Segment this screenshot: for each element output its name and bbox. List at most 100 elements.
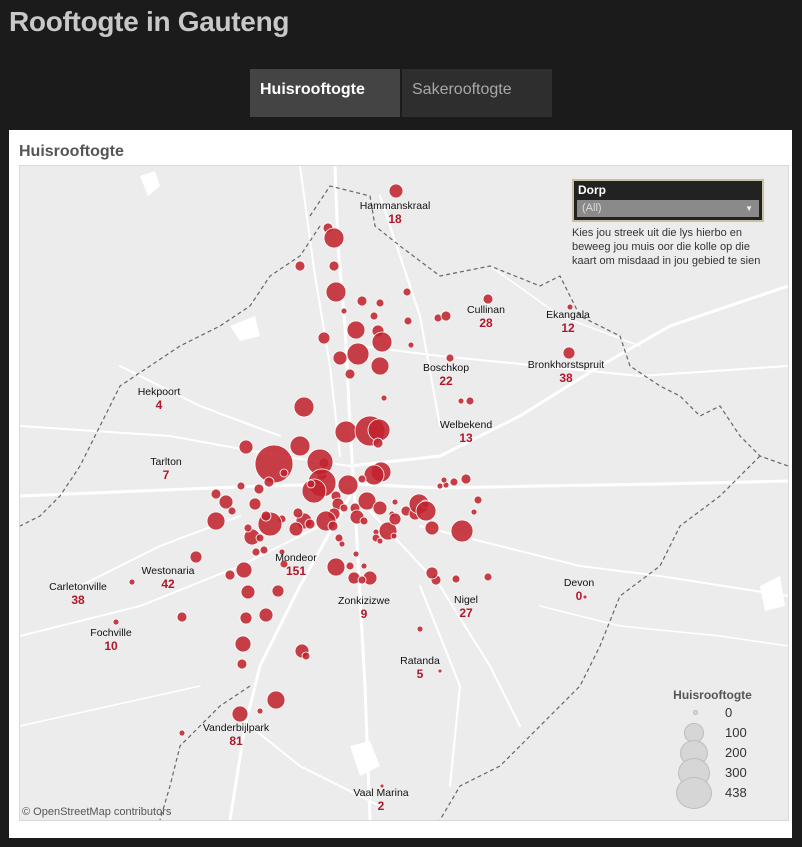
crime-bubble[interactable]: [304, 518, 316, 530]
crime-bubble[interactable]: [323, 227, 345, 249]
crime-bubble[interactable]: [239, 611, 253, 625]
crime-bubble[interactable]: [416, 625, 424, 633]
crime-bubble[interactable]: [437, 668, 443, 674]
crime-bubble[interactable]: [376, 537, 384, 545]
crime-bubble[interactable]: [340, 307, 348, 315]
crime-bubble[interactable]: [231, 705, 249, 723]
crime-bubble[interactable]: [470, 508, 478, 516]
crime-bubble[interactable]: [235, 561, 253, 579]
crime-bubble[interactable]: [234, 635, 252, 653]
crime-bubble[interactable]: [473, 495, 483, 505]
crime-bubble[interactable]: [457, 397, 465, 405]
crime-bubble[interactable]: [375, 298, 385, 308]
crime-bubble[interactable]: [189, 550, 203, 564]
crime-bubble[interactable]: [254, 444, 294, 484]
crime-bubble[interactable]: [339, 503, 349, 513]
crime-bubble[interactable]: [251, 547, 261, 557]
crime-bubble[interactable]: [356, 295, 368, 307]
crime-bubble[interactable]: [415, 500, 437, 522]
crime-bubble[interactable]: [450, 519, 474, 543]
crime-bubble[interactable]: [445, 353, 455, 363]
crime-bubble[interactable]: [301, 651, 311, 661]
crime-bubble[interactable]: [227, 506, 237, 516]
crime-bubble[interactable]: [402, 287, 412, 297]
crime-bubble[interactable]: [344, 368, 356, 380]
crime-bubble[interactable]: [294, 260, 306, 272]
crime-bubble[interactable]: [346, 342, 370, 366]
crime-bubble[interactable]: [328, 260, 340, 272]
crime-bubble[interactable]: [289, 435, 311, 457]
crime-bubble[interactable]: [259, 545, 269, 555]
crime-bubble[interactable]: [266, 690, 286, 710]
crime-bubble[interactable]: [424, 520, 440, 536]
tab-sakerooftogte[interactable]: Sakerooftogte: [402, 69, 552, 117]
crime-bubble[interactable]: [407, 341, 415, 349]
crime-bubble[interactable]: [238, 439, 254, 455]
tab-huisrooftogte[interactable]: Huisrooftogte: [250, 69, 400, 117]
crime-bubble[interactable]: [263, 476, 275, 488]
crime-bubble[interactable]: [388, 183, 404, 199]
crime-bubble[interactable]: [345, 561, 355, 571]
crime-bubble[interactable]: [440, 310, 452, 322]
crime-bubble[interactable]: [255, 533, 265, 543]
crime-bubble[interactable]: [206, 511, 226, 531]
map-attribution[interactable]: © OpenStreetMap contributors: [22, 806, 171, 818]
crime-bubble[interactable]: [403, 316, 413, 326]
crime-bubble[interactable]: [346, 320, 366, 340]
crime-bubble[interactable]: [326, 557, 346, 577]
crime-bubble[interactable]: [390, 532, 398, 540]
crime-bubble[interactable]: [317, 331, 331, 345]
dorp-dropdown[interactable]: (All) ▼: [577, 200, 759, 217]
crime-bubble[interactable]: [224, 569, 236, 581]
crime-bubble[interactable]: [372, 437, 384, 449]
crime-bubble[interactable]: [436, 482, 444, 490]
crime-bubble[interactable]: [271, 584, 285, 598]
crime-bubble[interactable]: [425, 566, 439, 580]
crime-bubble[interactable]: [562, 346, 576, 360]
crime-bubble[interactable]: [260, 510, 272, 522]
crime-bubble[interactable]: [482, 293, 494, 305]
crime-bubble[interactable]: [128, 578, 136, 586]
crime-bubble[interactable]: [248, 497, 262, 511]
crime-bubble[interactable]: [293, 396, 315, 418]
crime-bubble[interactable]: [176, 611, 188, 623]
crime-bubble[interactable]: [243, 523, 253, 533]
crime-bubble[interactable]: [460, 473, 472, 485]
crime-bubble[interactable]: [357, 474, 367, 484]
crime-bubble[interactable]: [352, 550, 360, 558]
crime-bubble[interactable]: [256, 707, 264, 715]
crime-bubble[interactable]: [465, 396, 475, 406]
crime-bubble[interactable]: [360, 562, 368, 570]
crime-bubble[interactable]: [279, 468, 289, 478]
crime-bubble[interactable]: [372, 500, 388, 516]
crime-bubble[interactable]: [363, 464, 385, 486]
crime-bubble[interactable]: [391, 498, 399, 506]
crime-bubble[interactable]: [236, 658, 248, 670]
crime-bubble[interactable]: [371, 331, 393, 353]
crime-bubble[interactable]: [338, 540, 346, 548]
crime-bubble[interactable]: [112, 618, 120, 626]
crime-bubble[interactable]: [240, 584, 256, 600]
crime-bubble[interactable]: [253, 483, 265, 495]
crime-bubble[interactable]: [357, 575, 367, 585]
chevron-down-icon[interactable]: ▼: [745, 200, 753, 217]
crime-bubble[interactable]: [236, 481, 246, 491]
crime-bubble[interactable]: [483, 572, 493, 582]
crime-bubble[interactable]: [334, 420, 358, 444]
crime-bubble[interactable]: [288, 521, 304, 537]
crime-bubble[interactable]: [327, 520, 339, 532]
crime-bubble[interactable]: [370, 356, 390, 376]
crime-bubble[interactable]: [337, 474, 359, 496]
crime-bubble[interactable]: [292, 507, 304, 519]
crime-bubble[interactable]: [388, 512, 402, 526]
crime-bubble[interactable]: [325, 281, 347, 303]
crime-bubble[interactable]: [582, 594, 588, 600]
crime-map[interactable]: Hammanskraal 18 Cullinan 28 Ekangala 12 Boschk…: [19, 165, 789, 821]
crime-bubble[interactable]: [332, 350, 348, 366]
crime-bubble[interactable]: [449, 477, 459, 487]
crime-bubble[interactable]: [210, 488, 222, 500]
crime-bubble[interactable]: [451, 574, 461, 584]
crime-bubble[interactable]: [306, 479, 316, 489]
crime-bubble[interactable]: [178, 729, 186, 737]
crime-bubble[interactable]: [369, 311, 379, 321]
